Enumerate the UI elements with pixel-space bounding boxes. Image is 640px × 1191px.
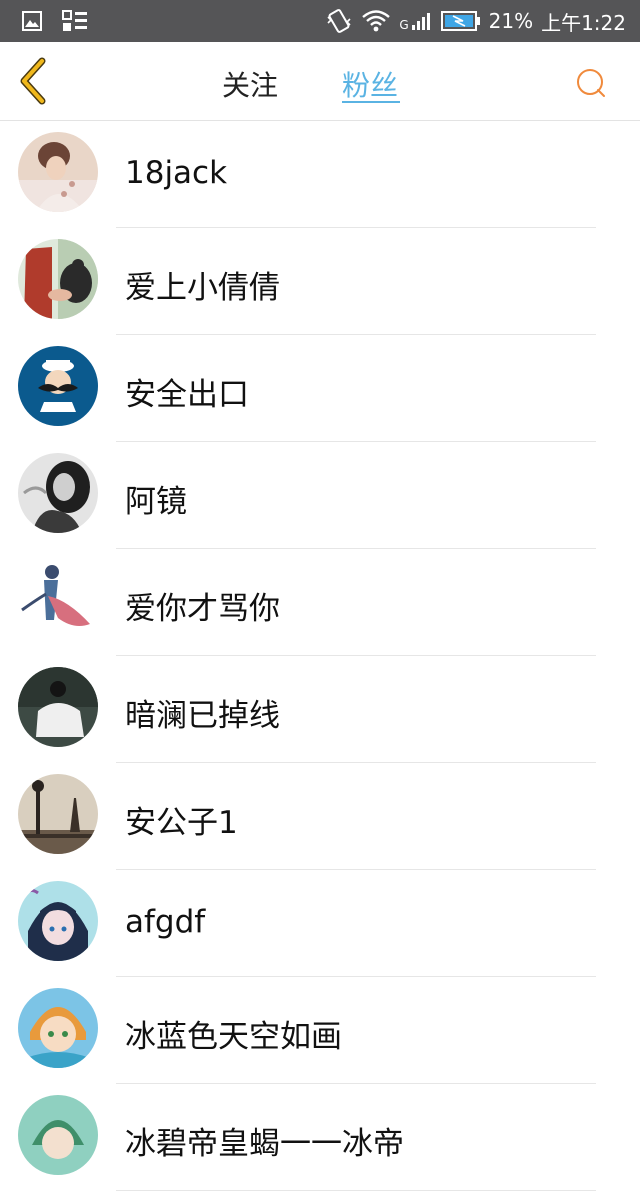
follower-list: 18jack 爱上小倩倩 安全出口 阿镜 爱你才骂你 暗澜已掉线 安公子1 af… [0,121,640,1191]
avatar [18,346,98,426]
avatar [18,774,98,854]
follower-name: 冰蓝色天空如画 [125,1019,342,1055]
chevron-left-icon [20,57,46,105]
list-item[interactable]: 暗澜已掉线 [0,656,640,763]
avatar [18,1095,98,1175]
vibrate-icon [327,9,351,33]
avatar [18,667,98,747]
avatar [18,988,98,1068]
tab-following[interactable]: 关注 [222,64,278,104]
avatar [18,560,98,640]
search-icon [577,69,605,97]
follower-name: 爱上小倩倩 [125,270,280,306]
follower-name: 18jack [125,155,228,191]
follower-name: 安公子1 [125,805,238,841]
avatar [18,239,98,319]
list-item[interactable]: 18jack [0,121,640,228]
follower-name: afgdf [125,904,206,940]
avatar [18,881,98,961]
gallery-icon [22,11,42,31]
battery-icon [440,11,480,31]
follower-name: 安全出口 [125,377,249,413]
search-button[interactable] [574,66,608,100]
list-item[interactable]: 爱你才骂你 [0,549,640,656]
widget-icon [62,10,87,31]
top-navigation: 关注 粉丝 [0,42,640,121]
follower-name: 暗澜已掉线 [125,698,280,734]
active-tab-indicator [342,101,400,103]
battery-percent: 21% [488,9,534,33]
list-item[interactable]: 冰蓝色天空如画 [0,977,640,1084]
clock: 上午1:22 [541,10,626,35]
list-item[interactable]: afgdf [0,870,640,977]
follower-name: 阿镜 [125,484,187,520]
status-right-icons: G 21% 上午1:22 [325,0,626,42]
signal-icon [411,13,430,30]
network-type-label: G [399,18,409,32]
list-item[interactable]: 安公子1 [0,763,640,870]
wifi-icon [362,10,391,32]
list-item[interactable]: 阿镜 [0,442,640,549]
avatar [18,453,98,533]
list-item[interactable]: 安全出口 [0,335,640,442]
back-button[interactable] [14,57,54,105]
status-bar: G 21% 上午1:22 [0,0,640,42]
follower-name: 冰碧帝皇蝎一一冰帝 [125,1126,404,1162]
tab-followers[interactable]: 粉丝 [342,64,398,104]
avatar [18,132,98,212]
status-left-icons [22,10,88,32]
follower-name: 爱你才骂你 [125,591,280,627]
list-item[interactable]: 爱上小倩倩 [0,228,640,335]
